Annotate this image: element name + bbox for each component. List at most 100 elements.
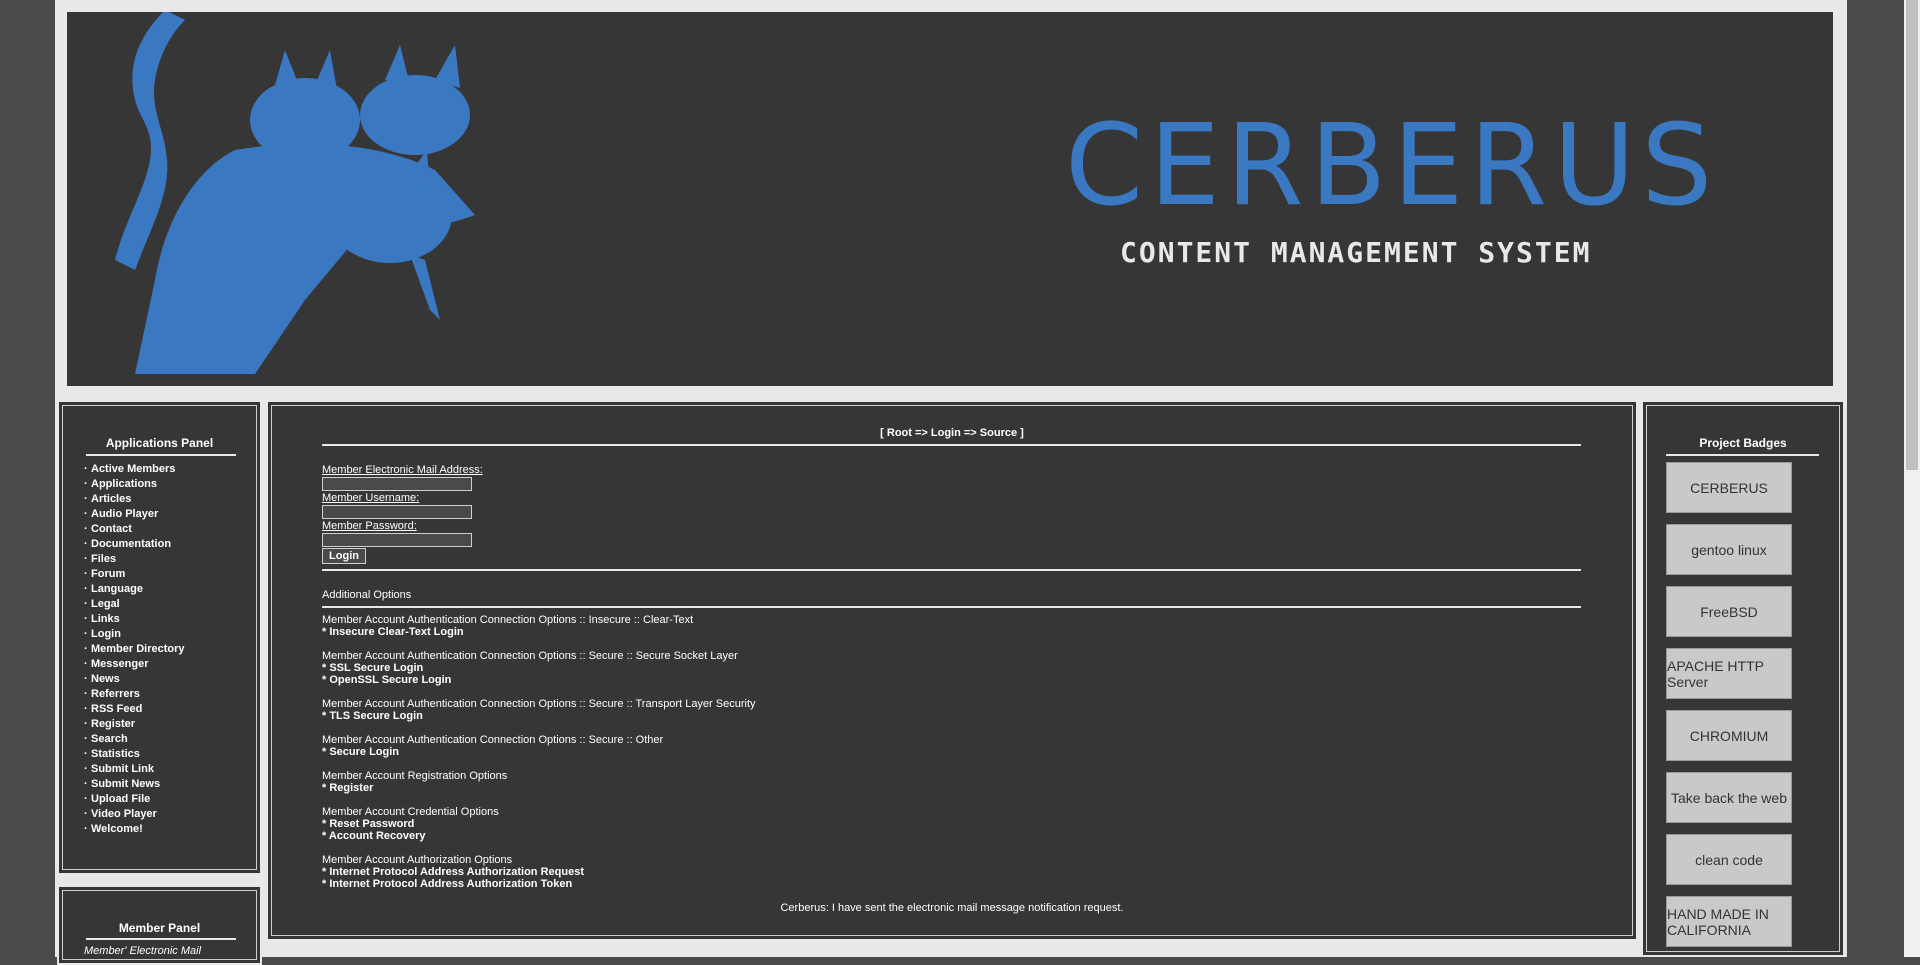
nav-item[interactable]: · Forum	[84, 567, 185, 582]
nav-item-label[interactable]: Welcome!	[91, 823, 143, 835]
nav-item-label[interactable]: Search	[91, 733, 128, 745]
nav-item[interactable]: · News	[84, 672, 185, 687]
applications-nav-list: · Active Members · Applications · Articles · Au…	[84, 462, 185, 837]
bullet-icon: ·	[84, 553, 88, 565]
badge-text: HAND MADE IN CALIFORNIA	[1667, 905, 1769, 938]
member-panel-title: Member Panel	[118, 921, 201, 935]
nav-item-label[interactable]: Documentation	[91, 538, 171, 550]
breadcrumb: [ Root => Login => Source ]	[880, 427, 1024, 439]
gentoo-badge[interactable]: gentoo linux	[1666, 524, 1792, 575]
nav-item[interactable]: · Articles	[84, 492, 185, 507]
nav-item-label[interactable]: Member Directory	[91, 643, 185, 655]
username-field[interactable]	[322, 505, 472, 519]
option-section: Member Account Registration Options * Reg…	[322, 770, 507, 794]
nav-item[interactable]: · Video Player	[84, 807, 185, 822]
apache-badge[interactable]: APACHE HTTP Server	[1666, 648, 1792, 699]
nav-item[interactable]: · Audio Player	[84, 507, 185, 522]
handmade-badge[interactable]: HAND MADE IN CALIFORNIA	[1666, 896, 1792, 947]
scrollbar-thumb[interactable]	[1906, 0, 1918, 470]
nav-item[interactable]: · Referrers	[84, 687, 185, 702]
bullet-icon: ·	[84, 628, 88, 640]
nav-item[interactable]: · Files	[84, 552, 185, 567]
nav-item[interactable]: · Legal	[84, 597, 185, 612]
bullet-icon: ·	[84, 673, 88, 685]
nav-item[interactable]: · Submit Link	[84, 762, 185, 777]
chromium-badge[interactable]: CHROMIUM	[1666, 710, 1792, 761]
option-link[interactable]: * Internet Protocol Address Authorizatio…	[322, 878, 584, 890]
option-link[interactable]: * Reset Password	[322, 818, 499, 830]
nav-item[interactable]: · Search	[84, 732, 185, 747]
firefox-badge[interactable]: Take back the web	[1666, 772, 1792, 823]
nav-item-label[interactable]: RSS Feed	[91, 703, 142, 715]
option-link[interactable]: * Internet Protocol Address Authorizatio…	[322, 866, 584, 878]
badges-panel-title: Project Badges	[1699, 436, 1787, 450]
option-link[interactable]: * Register	[322, 782, 507, 794]
bullet-icon: ·	[84, 568, 88, 580]
nav-item[interactable]: · Submit News	[84, 777, 185, 792]
nav-item-label[interactable]: Language	[91, 583, 143, 595]
member-panel-rule	[86, 938, 236, 940]
bullet-icon: ·	[84, 508, 88, 520]
bullet-icon: ·	[84, 703, 88, 715]
bullet-icon: ·	[84, 688, 88, 700]
option-link[interactable]: * TLS Secure Login	[322, 710, 756, 722]
option-section: Member Account Authentication Connection…	[322, 614, 693, 638]
nav-item-label[interactable]: Submit News	[91, 778, 160, 790]
breadcrumb-rule	[322, 444, 1581, 446]
nav-item-label[interactable]: Legal	[91, 598, 120, 610]
nav-item[interactable]: · Login	[84, 627, 185, 642]
bullet-icon: ·	[84, 598, 88, 610]
nav-item-label[interactable]: News	[91, 673, 120, 685]
option-link[interactable]: * Insecure Clear-Text Login	[322, 626, 693, 638]
nav-item-label[interactable]: Applications	[91, 478, 157, 490]
bullet-icon: ·	[84, 643, 88, 655]
nav-item-label[interactable]: Messenger	[91, 658, 148, 670]
nav-item-label[interactable]: Register	[91, 718, 135, 730]
email-label: Member Electronic Mail Address:	[322, 464, 483, 476]
login-rule	[322, 569, 1581, 571]
nav-item[interactable]: · Messenger	[84, 657, 185, 672]
nav-item-label[interactable]: Audio Player	[91, 508, 158, 520]
nav-item-label[interactable]: Active Members	[91, 463, 175, 475]
option-link[interactable]: * SSL Secure Login	[322, 662, 738, 674]
nav-item-label[interactable]: Video Player	[91, 808, 157, 820]
password-field[interactable]	[322, 533, 472, 547]
nav-item-label[interactable]: Referrers	[91, 688, 140, 700]
nav-item-label[interactable]: Links	[91, 613, 120, 625]
nav-item-label[interactable]: Contact	[91, 523, 132, 535]
nav-item-label[interactable]: Upload File	[91, 793, 150, 805]
option-link[interactable]: * Secure Login	[322, 746, 663, 758]
option-section: Member Account Authentication Connection…	[322, 650, 738, 686]
nav-item-label[interactable]: Forum	[91, 568, 125, 580]
nav-item[interactable]: · Applications	[84, 477, 185, 492]
nav-item[interactable]: · Upload File	[84, 792, 185, 807]
nav-item-label[interactable]: Files	[91, 553, 116, 565]
cerberus-badge[interactable]: CERBERUS	[1666, 462, 1792, 513]
nav-item[interactable]: · Documentation	[84, 537, 185, 552]
option-link[interactable]: * Account Recovery	[322, 830, 499, 842]
email-field[interactable]	[322, 477, 472, 491]
nav-item[interactable]: · Member Directory	[84, 642, 185, 657]
login-button[interactable]: Login	[322, 548, 366, 564]
username-label: Member Username:	[322, 492, 420, 504]
nav-item[interactable]: · RSS Feed	[84, 702, 185, 717]
nav-item[interactable]: · Active Members	[84, 462, 185, 477]
bullet-icon: ·	[84, 733, 88, 745]
option-section: Member Account Authentication Connection…	[322, 698, 756, 722]
option-link[interactable]: * OpenSSL Secure Login	[322, 674, 738, 686]
nav-item-label[interactable]: Articles	[91, 493, 131, 505]
nav-item[interactable]: · Welcome!	[84, 822, 185, 837]
nav-item-label[interactable]: Login	[91, 628, 121, 640]
bullet-icon: ·	[84, 778, 88, 790]
nav-item-label[interactable]: Statistics	[91, 748, 140, 760]
freebsd-badge[interactable]: FreeBSD	[1666, 586, 1792, 637]
nav-item[interactable]: · Statistics	[84, 747, 185, 762]
nav-item[interactable]: · Language	[84, 582, 185, 597]
nav-item[interactable]: · Links	[84, 612, 185, 627]
option-section: Member Account Authorization Options * In…	[322, 854, 584, 890]
bullet-icon: ·	[84, 478, 88, 490]
nav-item[interactable]: · Contact	[84, 522, 185, 537]
nav-item-label[interactable]: Submit Link	[91, 763, 154, 775]
nav-item[interactable]: · Register	[84, 717, 185, 732]
cleancode-badge[interactable]: clean code	[1666, 834, 1792, 885]
